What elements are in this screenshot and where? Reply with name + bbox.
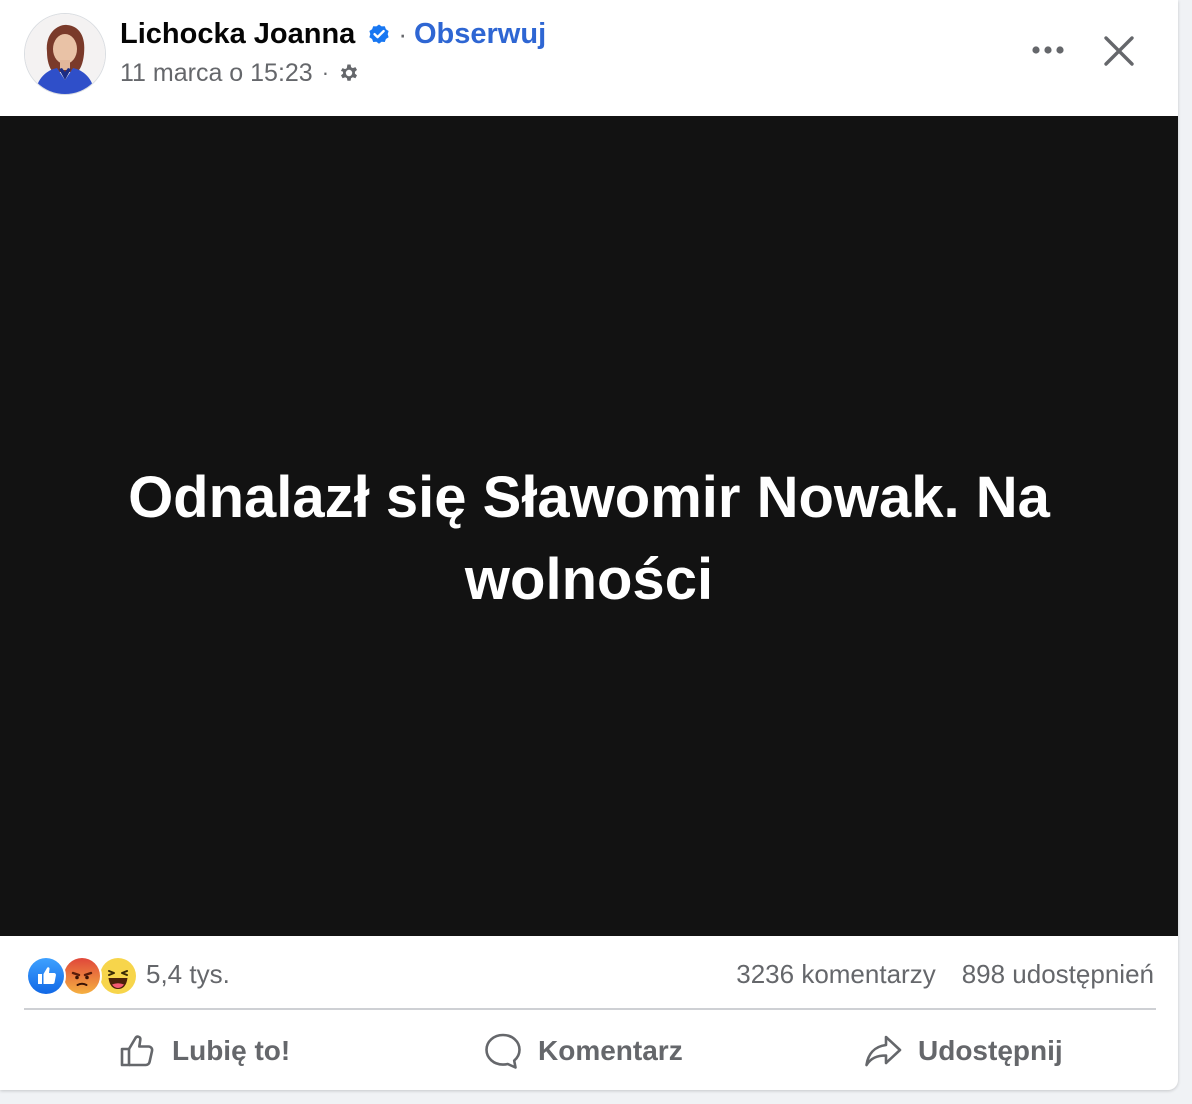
post-stats: 3236 komentarzy 898 udostępnień xyxy=(736,954,1154,994)
author-name[interactable]: Lichocka Joanna xyxy=(120,18,355,51)
post-meta: 11 marca o 15:23 · xyxy=(120,56,361,90)
post-timestamp[interactable]: 11 marca o 15:23 xyxy=(120,59,313,88)
post-header: Lichocka Joanna · Obserwuj 11 marca o 15… xyxy=(0,0,1178,116)
more-options-button[interactable] xyxy=(1020,28,1076,72)
share-label: Udostępnij xyxy=(918,1035,1063,1066)
more-horizontal-icon xyxy=(1032,46,1064,54)
actions-divider xyxy=(24,1008,1156,1010)
haha-reaction-icon xyxy=(98,956,138,996)
reaction-count[interactable]: 5,4 tys. xyxy=(146,959,230,990)
post-media[interactable]: Odnalazł się Sławomir Nowak. Na wolności xyxy=(0,116,1178,936)
comment-label: Komentarz xyxy=(538,1035,683,1066)
like-reaction-icon xyxy=(26,956,66,996)
follow-button[interactable]: Obserwuj xyxy=(414,18,546,51)
angry-reaction-icon xyxy=(62,956,102,996)
share-arrow-icon xyxy=(865,1035,902,1067)
media-text: Odnalazł się Sławomir Nowak. Na wolności xyxy=(128,465,1050,612)
close-button[interactable] xyxy=(1094,26,1144,76)
comments-count[interactable]: 3236 komentarzy xyxy=(736,959,935,990)
shares-count[interactable]: 898 udostępnień xyxy=(962,959,1154,990)
like-button[interactable]: Lubię to! xyxy=(116,1016,290,1086)
thumbs-up-icon xyxy=(120,1035,154,1067)
comment-bubble-icon xyxy=(485,1033,521,1069)
reactions-summary[interactable]: 5,4 tys. xyxy=(26,954,230,996)
author-photo xyxy=(25,14,105,94)
comment-button[interactable]: Komentarz xyxy=(482,1016,683,1086)
author-avatar[interactable] xyxy=(24,13,106,95)
post-actions: Lubię to! Komentarz Udostępnij xyxy=(0,1016,1178,1086)
share-button[interactable]: Udostępnij xyxy=(862,1016,1063,1086)
close-icon xyxy=(1104,36,1134,66)
gear-icon[interactable] xyxy=(337,61,361,85)
verified-badge-icon xyxy=(367,22,391,46)
post-card: Lichocka Joanna · Obserwuj 11 marca o 15… xyxy=(0,0,1178,1090)
meta-separator: · xyxy=(321,60,330,85)
author-separator: · xyxy=(398,18,407,49)
author-line: Lichocka Joanna · Obserwuj xyxy=(120,14,546,54)
like-label: Lubię to! xyxy=(172,1035,291,1066)
reaction-icons xyxy=(26,954,138,996)
